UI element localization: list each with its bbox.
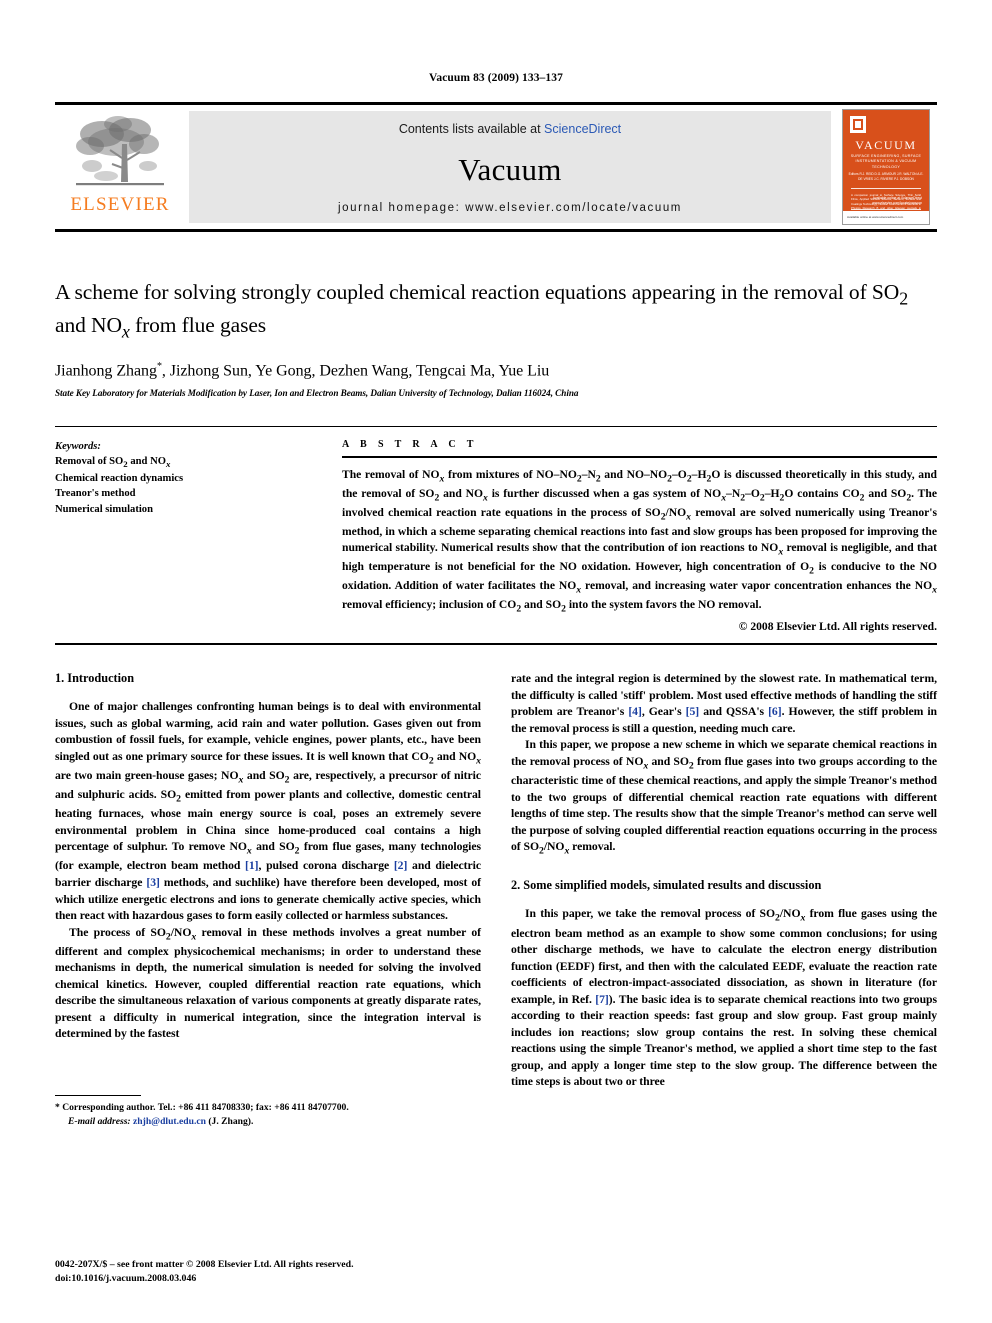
article-page: Vacuum 83 (2009) 133–137 ELSEVIER Conten… bbox=[0, 0, 992, 1323]
paragraph-sec2-1: In this paper, we take the removal proce… bbox=[511, 907, 938, 1089]
section-heading-models: 2. Some simplified models, simulated res… bbox=[511, 878, 822, 893]
left-column: 1. Introduction One of major challenges … bbox=[55, 671, 481, 1129]
footnote-marker: * bbox=[55, 1102, 60, 1114]
journal-title: Vacuum bbox=[458, 151, 562, 187]
abstract-band: Keywords: Removal of SO2 and NOx Chemica… bbox=[55, 425, 937, 634]
cover-subtitle: SURFACE ENGINEERING, SURFACE INSTRUMENTA… bbox=[850, 154, 922, 169]
paragraph-intro-2: The process of SO2/NOx removal in these … bbox=[55, 925, 481, 1041]
cover-divider-top bbox=[851, 188, 921, 189]
journal-masthead: ELSEVIER Contents lists available at Sci… bbox=[55, 102, 937, 232]
elsevier-logo: ELSEVIER bbox=[55, 105, 185, 229]
keywords-block: Keywords: Removal of SO2 and NOx Chemica… bbox=[55, 439, 333, 634]
affiliation: State Key Laboratory for Materials Modif… bbox=[55, 387, 579, 398]
author-list: Jianhong Zhang*, Jizhong Sun, Ye Gong, D… bbox=[55, 361, 550, 380]
journal-cover-image: VACUUM SURFACE ENGINEERING, SURFACE INST… bbox=[842, 109, 930, 225]
abstract-text: The removal of NOx from mixtures of NO–N… bbox=[342, 467, 937, 615]
cover-footer-band: Available online at www.sciencedirect.co… bbox=[843, 211, 929, 224]
abstract-block: A B S T R A C T The removal of NOx from … bbox=[333, 438, 937, 634]
right-column: rate and the integral region is determin… bbox=[511, 671, 937, 1129]
footnote-block: * Corresponding author. Tel.: +86 411 84… bbox=[55, 1095, 481, 1129]
paragraph-intro-2-continued: rate and the integral region is determin… bbox=[511, 672, 937, 735]
abstract-divider bbox=[342, 455, 937, 458]
email-owner: (J. Zhang). bbox=[208, 1116, 254, 1128]
citation-link[interactable]: [7] bbox=[595, 993, 609, 1006]
keyword-item: Chemical reaction dynamics bbox=[55, 472, 184, 484]
masthead-center-band: Contents lists available at ScienceDirec… bbox=[189, 111, 831, 223]
email-note: E-mail address: zhjh@dlut.edu.cn (J. Zha… bbox=[55, 1115, 481, 1129]
page-title: A scheme for solving strongly coupled ch… bbox=[55, 280, 909, 342]
abstract-label: A B S T R A C T bbox=[342, 438, 478, 450]
section-heading-introduction: 1. Introduction bbox=[55, 671, 135, 686]
abstract-copyright: © 2008 Elsevier Ltd. All rights reserved… bbox=[738, 620, 937, 634]
contents-available-line: Contents lists available at ScienceDirec… bbox=[399, 122, 621, 136]
citation-link[interactable]: [4] bbox=[628, 705, 642, 718]
keyword-item: Numerical simulation bbox=[55, 503, 153, 515]
sciencedirect-link[interactable]: ScienceDirect bbox=[544, 122, 621, 136]
email-label: E-mail address: bbox=[68, 1116, 131, 1128]
journal-homepage-line[interactable]: journal homepage: www.elsevier.com/locat… bbox=[338, 202, 682, 214]
email-address-link[interactable]: zhjh@dlut.edu.cn bbox=[133, 1116, 206, 1127]
corresponding-author-note: * Corresponding author. Tel.: +86 411 84… bbox=[55, 1101, 481, 1115]
cover-divider-bottom bbox=[851, 209, 921, 210]
contents-prefix: Contents lists available at bbox=[398, 122, 545, 136]
citation-link[interactable]: [6] bbox=[768, 705, 782, 718]
citation-link[interactable]: [1] bbox=[245, 859, 259, 872]
footnote-contact: Corresponding author. Tel.: +86 411 8470… bbox=[62, 1102, 349, 1114]
elsevier-tree-icon bbox=[76, 116, 164, 186]
paragraph-intro-1: One of major challenges confronting huma… bbox=[55, 700, 481, 923]
title-block: A scheme for solving strongly coupled ch… bbox=[55, 278, 937, 398]
corresponding-author-marker: * bbox=[156, 361, 162, 373]
keyword-item: Treanor's method bbox=[55, 488, 136, 500]
cover-title: VACUUM bbox=[855, 138, 917, 152]
issn-copyright-line: 0042-207X/$ – see front matter © 2008 El… bbox=[55, 1258, 354, 1270]
footnote-divider bbox=[55, 1095, 141, 1097]
cover-editors: Editors R.J. REID D.G. ARMOUR J.R. WALTO… bbox=[848, 172, 924, 182]
page-footer: 0042-207X/$ – see front matter © 2008 El… bbox=[55, 1258, 354, 1287]
elsevier-wordmark: ELSEVIER bbox=[70, 194, 170, 215]
citation-link[interactable]: [3] bbox=[146, 876, 160, 889]
keyword-item: Removal of SO2 and NOx bbox=[55, 455, 171, 470]
abstract-bottom-rule bbox=[55, 643, 937, 646]
doi-line: doi:10.1016/j.vacuum.2008.03.046 bbox=[55, 1273, 197, 1285]
keywords-label: Keywords: bbox=[55, 440, 101, 452]
paragraph-intro-3: In this paper, we propose a new scheme i… bbox=[511, 738, 937, 857]
cover-sciencedirect-note: Available online at ScienceDirect www.el… bbox=[872, 195, 922, 205]
body-columns: 1. Introduction One of major challenges … bbox=[55, 671, 937, 1129]
cover-footer-text: Available online at www.sciencedirect.co… bbox=[847, 215, 904, 219]
citation-link[interactable]: [2] bbox=[394, 859, 408, 872]
journal-cover-thumbnail: VACUUM SURFACE ENGINEERING, SURFACE INST… bbox=[835, 105, 937, 229]
cover-emblem-icon bbox=[850, 116, 866, 133]
running-head: Vacuum 83 (2009) 133–137 bbox=[429, 72, 563, 84]
citation-link[interactable]: [5] bbox=[686, 705, 700, 718]
